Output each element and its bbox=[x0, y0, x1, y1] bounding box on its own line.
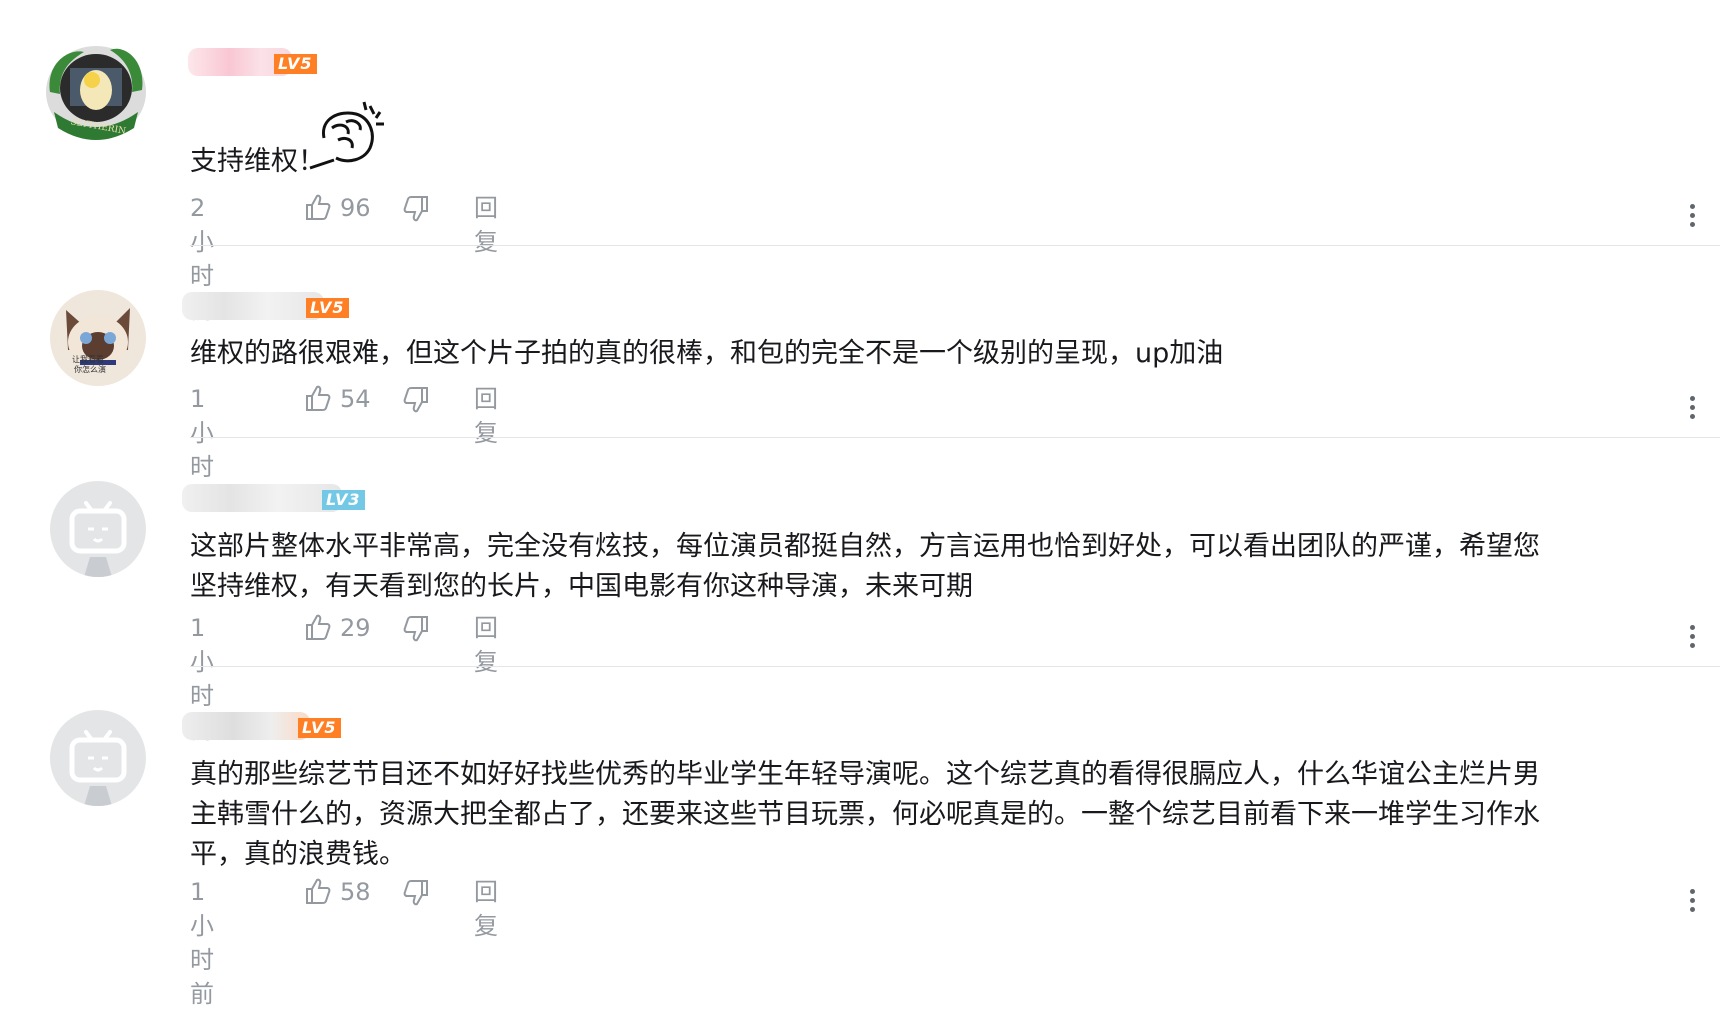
thumbs-down-icon[interactable] bbox=[402, 879, 430, 907]
like-count: 54 bbox=[340, 385, 371, 413]
thumbs-up-icon[interactable] bbox=[304, 877, 332, 905]
thumbs-down-icon[interactable] bbox=[402, 615, 430, 643]
more-options-icon[interactable] bbox=[1690, 200, 1698, 231]
avatar-caption: 你怎么演 bbox=[74, 365, 106, 374]
comment-text: 维权的路很艰难，但这个片子拍的真的很棒，和包的完全不是一个级别的呈现，up加油 bbox=[190, 338, 1224, 369]
timestamp: 1小时前 bbox=[190, 878, 214, 1008]
comment-text: 支持维权！ bbox=[190, 101, 1700, 182]
divider bbox=[190, 437, 1720, 438]
divider bbox=[190, 666, 1720, 667]
thumbs-up-icon[interactable] bbox=[304, 613, 332, 641]
username-blurred[interactable] bbox=[182, 484, 342, 512]
more-options-icon[interactable] bbox=[1690, 885, 1698, 916]
username-blurred[interactable] bbox=[182, 292, 324, 320]
comment-text: 这部片整体水平非常高，完全没有炫技，每位演员都挺自然，方言运用也恰到好处，可以看… bbox=[190, 531, 1540, 602]
thumbs-down-icon[interactable] bbox=[402, 195, 430, 223]
more-options-icon[interactable] bbox=[1690, 392, 1698, 423]
level-badge: LV5 bbox=[298, 718, 341, 738]
more-options-icon[interactable] bbox=[1690, 621, 1698, 652]
level-badge: LV3 bbox=[322, 490, 365, 510]
thumbs-down-icon[interactable] bbox=[402, 386, 430, 414]
reply-button[interactable]: 回复 bbox=[474, 875, 498, 943]
default-tv-avatar-icon bbox=[69, 501, 127, 577]
reply-button[interactable]: 回复 bbox=[474, 611, 498, 679]
level-badge: LV5 bbox=[274, 54, 317, 74]
like-count: 29 bbox=[340, 614, 371, 642]
avatar[interactable]: 让我看看 你怎么演 bbox=[50, 290, 146, 386]
username-blurred[interactable] bbox=[182, 712, 310, 740]
comment-text: 真的那些综艺节目还不如好好找些优秀的毕业学生年轻导演呢。这个综艺真的看得很膈应人… bbox=[190, 759, 1540, 870]
reply-button[interactable]: 回复 bbox=[474, 382, 498, 450]
divider bbox=[190, 245, 1720, 246]
like-count: 96 bbox=[340, 194, 371, 222]
thumbs-up-icon[interactable] bbox=[304, 384, 332, 412]
avatar[interactable] bbox=[50, 481, 146, 577]
avatar[interactable] bbox=[50, 710, 146, 806]
like-count: 58 bbox=[340, 878, 371, 906]
avatar[interactable]: SLYTHERIN bbox=[40, 42, 152, 142]
default-tv-avatar-icon bbox=[69, 730, 127, 806]
level-badge: LV5 bbox=[306, 298, 349, 318]
fist-sticker-icon bbox=[309, 101, 384, 170]
thumbs-up-icon[interactable] bbox=[304, 193, 332, 221]
reply-button[interactable]: 回复 bbox=[474, 191, 498, 259]
